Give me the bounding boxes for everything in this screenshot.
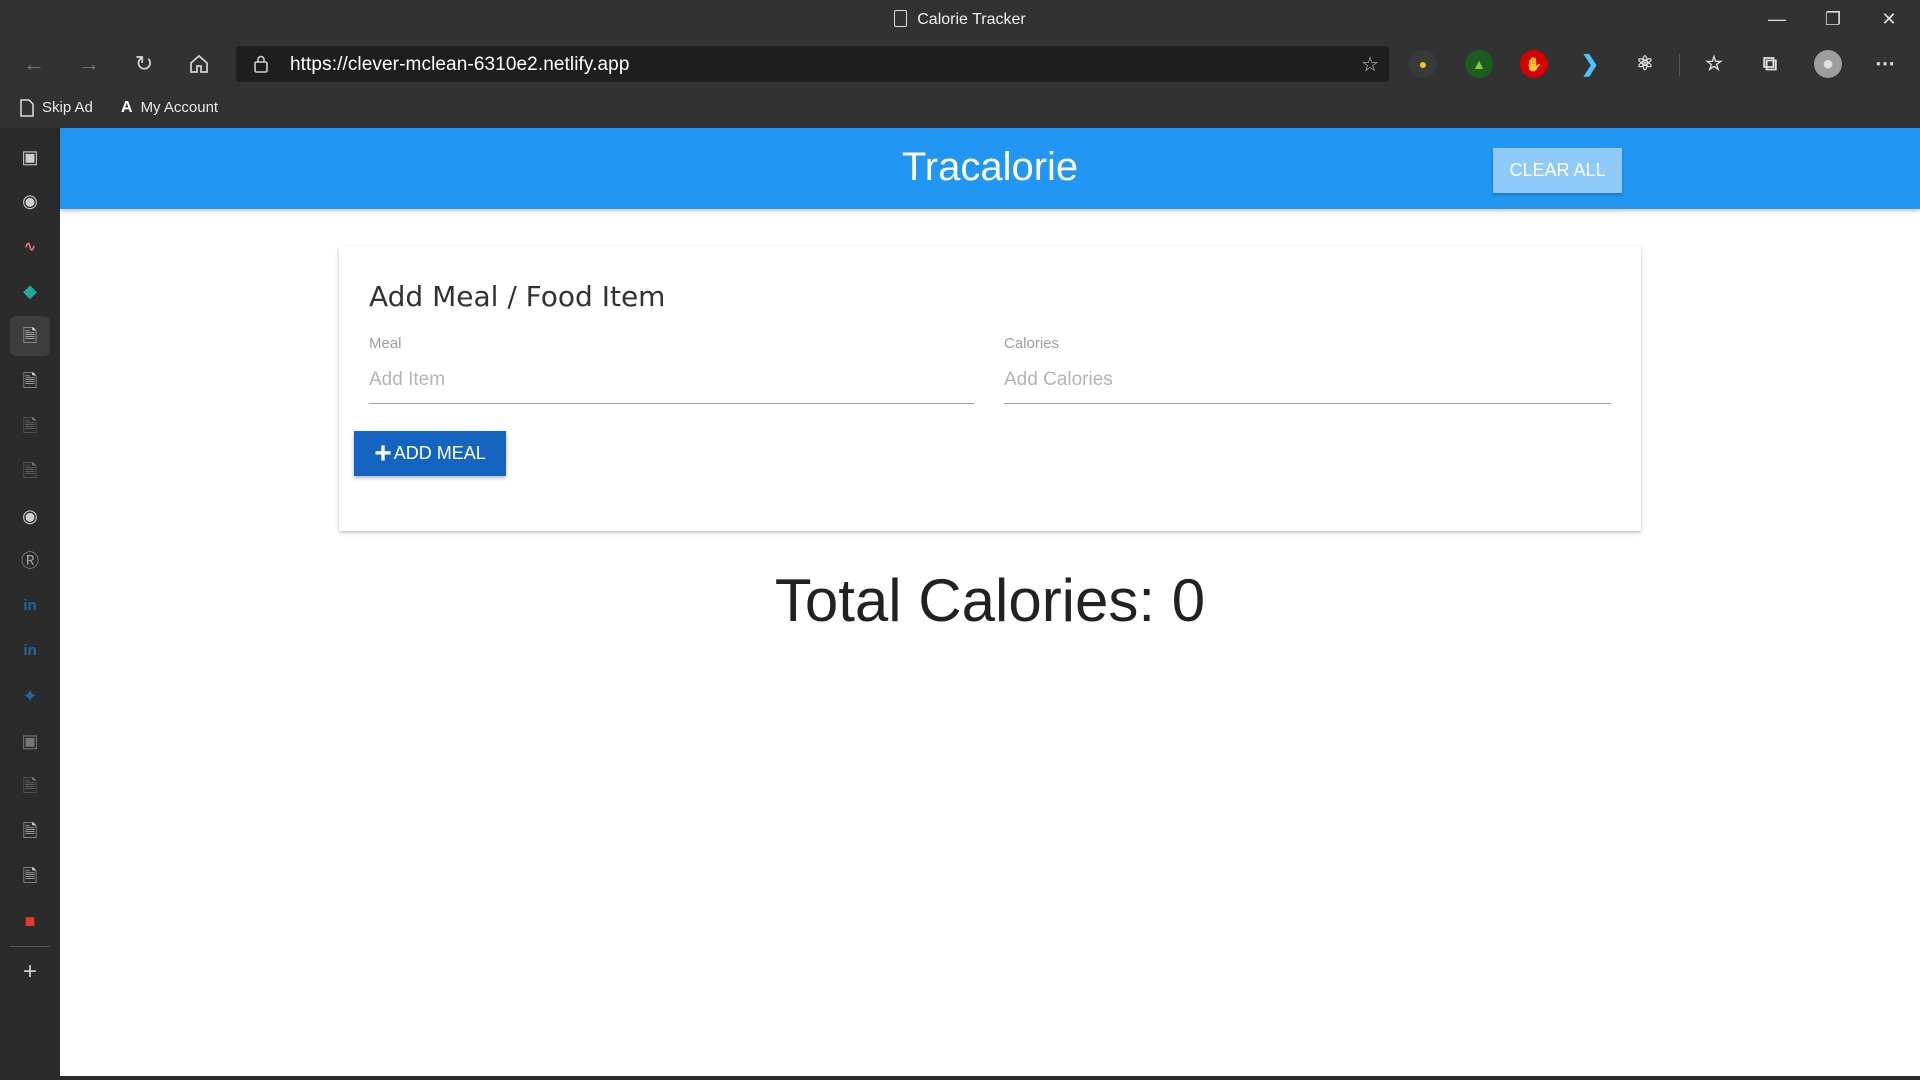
meal-field <box>369 358 974 404</box>
browser-toolbar: ← → ↻ https://clever-mclean-6310e2.netli… <box>0 40 1920 88</box>
calories-field <box>1004 358 1611 404</box>
meal-input[interactable] <box>369 358 974 402</box>
toolbar-divider <box>1679 54 1680 76</box>
bookmark-label: My Account <box>140 99 219 116</box>
page-icon <box>20 99 34 117</box>
restore-button[interactable]: ❐ <box>1810 4 1856 34</box>
web-page: Tracalorie CLEAR ALL Add Meal / Food Ite… <box>60 128 1920 1080</box>
bookmark-skip-ad[interactable]: Skip Ad <box>20 96 93 120</box>
extension-stop-icon[interactable]: ✋ <box>1520 50 1548 78</box>
profile-avatar-icon[interactable]: ● <box>1814 50 1842 78</box>
add-favorite-icon[interactable]: ☆ <box>1361 52 1379 77</box>
minimize-button[interactable]: — <box>1754 4 1800 34</box>
more-menu-icon[interactable]: ⋯ <box>1871 50 1899 78</box>
sidebar-divider <box>10 946 50 947</box>
tab-icon-calendar[interactable]: ▣ <box>10 721 50 761</box>
window-bottom-edge <box>60 1076 1920 1080</box>
url-text[interactable]: https://clever-mclean-6310e2.netlify.app <box>290 54 630 76</box>
tab-icon-pdf[interactable]: ■ <box>10 901 50 941</box>
extension-color-icon[interactable]: ● <box>1409 50 1437 78</box>
tab-icon-page[interactable]: 🗎 <box>10 856 50 896</box>
meal-label: Meal <box>369 335 402 352</box>
bookmark-my-account[interactable]: A My Account <box>121 96 218 120</box>
tab-icon-calendar[interactable]: ▣ <box>10 137 50 177</box>
extension-atom-icon[interactable]: ⚛ <box>1631 50 1659 78</box>
total-calories: Total Calories: 0 <box>774 567 1206 634</box>
window-title-text: Calorie Tracker <box>917 11 1026 28</box>
bookmark-label: Skip Ad <box>42 99 93 116</box>
tab-icon-github[interactable]: ◉ <box>10 181 50 221</box>
close-window-button[interactable]: ✕ <box>1866 4 1912 34</box>
calories-input[interactable] <box>1004 358 1611 402</box>
favorites-icon[interactable]: ☆ <box>1700 50 1728 78</box>
bookmarks-bar: Skip Ad A My Account <box>0 88 1920 128</box>
tab-icon-page[interactable]: 🗎 <box>10 451 50 491</box>
brand-title[interactable]: Tracalorie <box>60 145 1920 190</box>
add-meal-button[interactable]: + ADD MEAL <box>354 431 506 476</box>
collections-icon[interactable]: ⧉ <box>1756 50 1784 78</box>
tab-icon-linkedin[interactable]: in <box>10 631 50 671</box>
extension-arrow-icon[interactable]: ❯ <box>1576 50 1604 78</box>
calories-label: Calories <box>1004 335 1060 352</box>
home-icon <box>190 54 208 73</box>
vertical-tabs-sidebar: ▣ ◉ ∿ ◆ 🗎 🗎 🗎 🗎 ◉ Ⓡ in in ✦ ▣ 🗎 🗎 🗎 ■ + <box>0 128 60 1080</box>
lock-icon <box>254 55 268 73</box>
card-title: Add Meal / Food Item <box>369 280 666 313</box>
tab-icon-diamond[interactable]: ◆ <box>10 271 50 311</box>
add-meal-card: Add Meal / Food Item Meal Calories +ADD … <box>339 246 1641 531</box>
forward-button[interactable]: → <box>71 48 107 80</box>
tab-icon-page[interactable]: 🗎 <box>10 406 50 446</box>
address-bar[interactable]: https://clever-mclean-6310e2.netlify.app… <box>236 46 1389 82</box>
tab-icon-page[interactable]: 🗎 <box>10 811 50 851</box>
tab-icon-twitter[interactable]: ✦ <box>10 676 50 716</box>
clear-all-button[interactable]: CLEAR ALL <box>1493 148 1622 193</box>
account-a-icon: A <box>121 99 133 117</box>
add-meal-label: ADD MEAL <box>393 443 486 463</box>
page-icon <box>894 10 908 27</box>
plus-icon: + <box>374 437 392 470</box>
extension-shield-icon[interactable]: ▲ <box>1465 50 1493 78</box>
tab-icon-wave[interactable]: ∿ <box>10 226 50 266</box>
tab-icon-page-active[interactable]: 🗎 <box>10 316 50 356</box>
tab-icon-github[interactable]: ◉ <box>10 496 50 536</box>
new-tab-button[interactable]: + <box>10 952 50 992</box>
app-navbar: Tracalorie CLEAR ALL <box>60 128 1920 209</box>
window-title-bar: Calorie Tracker — ❐ ✕ <box>0 0 1920 40</box>
tab-icon-google[interactable]: Ⓡ <box>10 541 50 581</box>
window-title: Calorie Tracker <box>0 10 1920 29</box>
tab-icon-page[interactable]: 🗎 <box>10 766 50 806</box>
home-button[interactable] <box>181 48 217 80</box>
reload-button[interactable]: ↻ <box>126 48 162 80</box>
tab-icon-page[interactable]: 🗎 <box>10 361 50 401</box>
back-button[interactable]: ← <box>16 48 52 80</box>
tab-icon-linkedin[interactable]: in <box>10 586 50 626</box>
